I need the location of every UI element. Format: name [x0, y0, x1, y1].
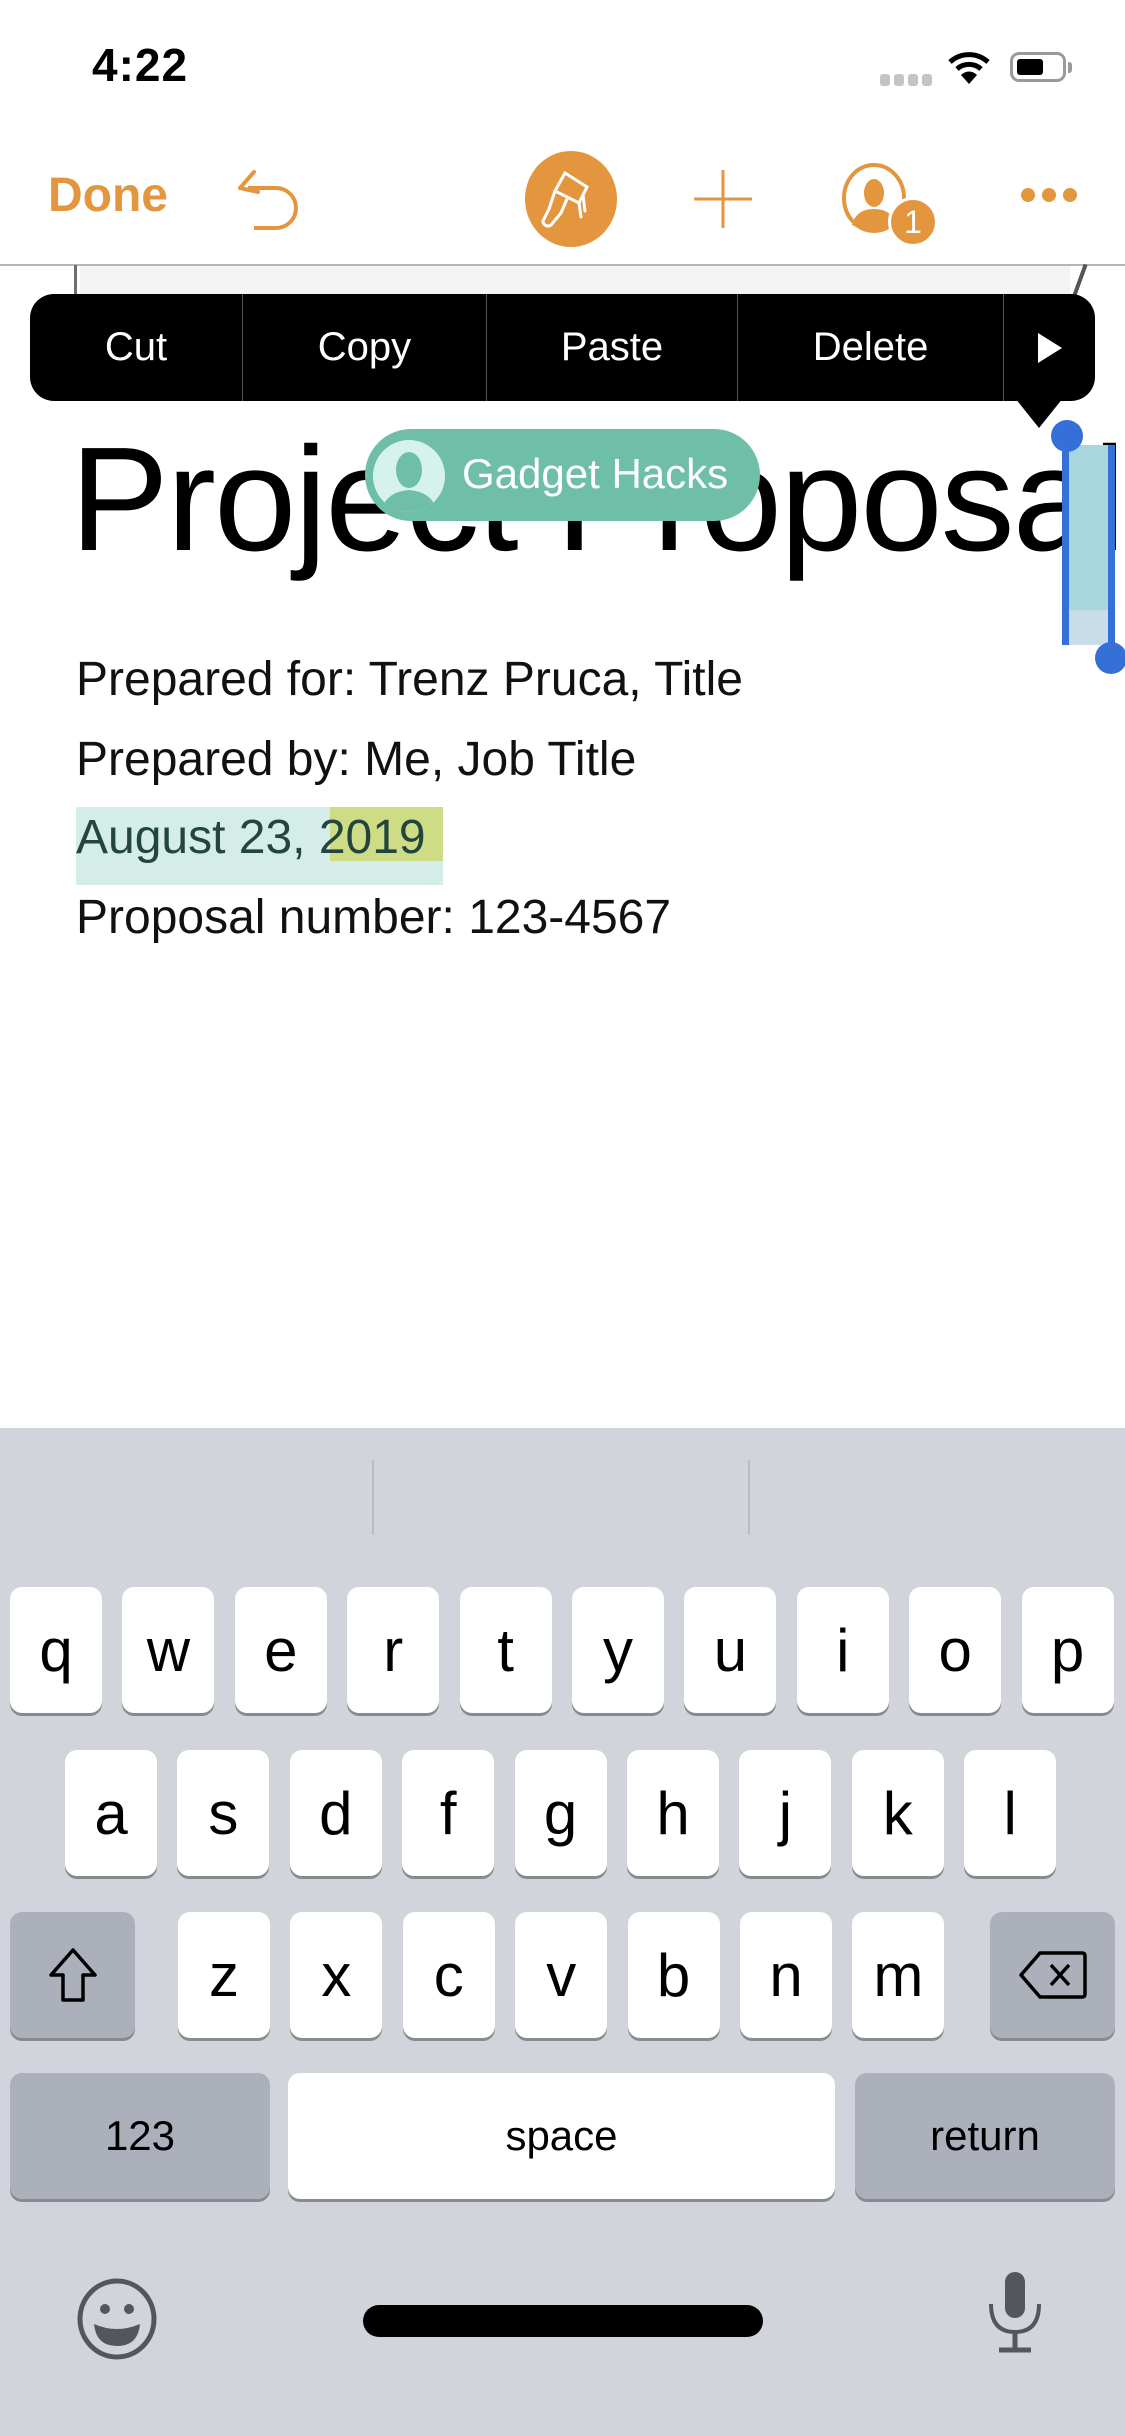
- battery-cap: [1068, 62, 1072, 73]
- suggestion-slot-1[interactable]: [0, 1440, 372, 1550]
- key-j[interactable]: j: [739, 1750, 832, 1876]
- key-g[interactable]: g: [514, 1750, 607, 1876]
- date-line[interactable]: August 23, 2019: [76, 810, 426, 866]
- return-key[interactable]: return: [855, 2073, 1115, 2199]
- key-b[interactable]: b: [627, 1912, 720, 2038]
- prepared-by-line[interactable]: Prepared by: Me, Job Title: [76, 732, 636, 788]
- home-indicator[interactable]: [363, 2305, 763, 2337]
- shift-key[interactable]: [10, 1912, 135, 2038]
- wifi-icon: [948, 52, 990, 84]
- context-menu-pointer: [1015, 398, 1063, 428]
- space-key[interactable]: space: [288, 2073, 835, 2199]
- key-s[interactable]: s: [177, 1750, 270, 1876]
- proposal-number-line[interactable]: Proposal number: 123-4567: [76, 890, 671, 946]
- key-t[interactable]: t: [459, 1587, 552, 1713]
- key-i[interactable]: i: [796, 1587, 889, 1713]
- key-m[interactable]: m: [852, 1912, 945, 2038]
- edit-context-menu: Cut Copy Paste Delete: [30, 294, 1095, 401]
- document-margin-line: [74, 265, 77, 295]
- date-year: 2019: [318, 811, 426, 864]
- more-menu-button[interactable]: [1003, 294, 1095, 401]
- prepared-for-line[interactable]: Prepared for: Trenz Pruca, Title: [76, 652, 743, 708]
- key-z[interactable]: z: [178, 1912, 270, 2038]
- emoji-icon[interactable]: [76, 2278, 158, 2360]
- key-q[interactable]: q: [10, 1587, 102, 1713]
- key-l[interactable]: l: [964, 1750, 1057, 1876]
- suggestion-slot-2[interactable]: [374, 1440, 748, 1550]
- delete-key[interactable]: [990, 1912, 1115, 2038]
- collaborator-avatar-icon: [373, 440, 445, 512]
- paste-menu-item[interactable]: Paste: [486, 294, 737, 401]
- status-time: 4:22: [92, 39, 189, 91]
- triangle-right-icon: [1037, 332, 1062, 363]
- add-icon[interactable]: [692, 168, 754, 230]
- key-o[interactable]: o: [909, 1587, 1002, 1713]
- microphone-icon[interactable]: [985, 2270, 1045, 2356]
- key-n[interactable]: n: [740, 1912, 832, 2038]
- done-button[interactable]: Done: [48, 168, 168, 223]
- battery-icon: [1010, 52, 1066, 82]
- key-y[interactable]: y: [572, 1587, 664, 1713]
- suggestion-slot-3[interactable]: [750, 1440, 1125, 1550]
- key-r[interactable]: r: [347, 1587, 440, 1713]
- copy-menu-item[interactable]: Copy: [242, 294, 486, 401]
- undo-icon[interactable]: [236, 168, 306, 230]
- key-h[interactable]: h: [627, 1750, 719, 1876]
- selection-highlight-lower: [1066, 610, 1110, 645]
- key-k[interactable]: k: [851, 1750, 944, 1876]
- delete-menu-item[interactable]: Delete: [737, 294, 1003, 401]
- key-e[interactable]: e: [234, 1587, 327, 1713]
- cut-menu-item[interactable]: Cut: [30, 294, 242, 401]
- key-w[interactable]: w: [122, 1587, 215, 1713]
- date-prefix: August 23,: [76, 811, 319, 864]
- delete-icon: [1018, 1951, 1087, 1999]
- key-c[interactable]: c: [402, 1912, 495, 2038]
- document-header-area: [80, 266, 1070, 296]
- more-icon[interactable]: [1020, 186, 1078, 204]
- numbers-key[interactable]: 123: [10, 2073, 270, 2199]
- collaborators-button[interactable]: 1: [840, 163, 938, 247]
- collaborator-name: Gadget Hacks: [462, 450, 729, 497]
- key-p[interactable]: p: [1021, 1587, 1114, 1713]
- key-u[interactable]: u: [684, 1587, 777, 1713]
- collaborator-count-badge: 1: [888, 197, 938, 247]
- key-a[interactable]: a: [65, 1750, 157, 1876]
- key-x[interactable]: x: [290, 1912, 383, 2038]
- key-d[interactable]: d: [289, 1750, 382, 1876]
- selection-end-handle[interactable]: [1095, 642, 1125, 674]
- format-brush-icon[interactable]: [525, 151, 617, 247]
- selection-end-bar: [1108, 445, 1115, 655]
- key-f[interactable]: f: [402, 1750, 495, 1876]
- shift-icon: [48, 1948, 97, 2002]
- selection-start-bar: [1062, 445, 1069, 645]
- key-v[interactable]: v: [515, 1912, 608, 2038]
